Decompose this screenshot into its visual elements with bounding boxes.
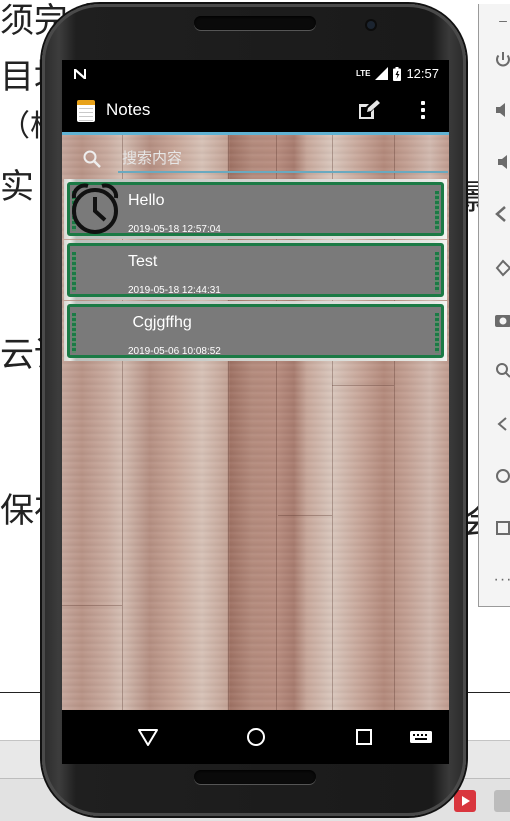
emulator-toolbar: – ··· (478, 4, 510, 607)
top-speaker (194, 16, 316, 30)
overview-icon[interactable] (491, 516, 510, 540)
rotate-right-icon[interactable] (491, 256, 510, 280)
player-icon[interactable] (454, 790, 476, 812)
note-date: 2019-05-18 12:57:04 (128, 224, 221, 235)
action-bar: Notes (62, 88, 449, 132)
home-circle-icon[interactable] (244, 725, 268, 749)
status-bar: LTE 12:57 (62, 60, 449, 88)
edit-note-icon[interactable] (358, 100, 380, 120)
search-icon (82, 149, 102, 169)
rotate-left-icon[interactable] (491, 202, 510, 226)
notification-icon (73, 68, 87, 83)
note-item[interactable]: Hello 2019-05-18 12:57:04 (64, 179, 447, 239)
volume-down-icon[interactable] (491, 150, 510, 174)
note-body: Cgjgffhg 2019-05-06 10:08:52 (67, 304, 444, 358)
alarm-clock-icon (68, 181, 124, 237)
recents-square-icon[interactable] (352, 725, 376, 749)
note-date: 2019-05-06 10:08:52 (128, 346, 221, 357)
note-title: Hello (128, 192, 165, 209)
notes-content: Hello 2019-05-18 12:57:04 Test 2019-05-1… (62, 132, 449, 710)
back-triangle-icon[interactable] (136, 725, 160, 749)
notepad-icon (77, 100, 95, 122)
wood-cut (332, 385, 394, 386)
power-icon[interactable] (491, 48, 510, 72)
signal-icon (375, 67, 389, 80)
bottom-speaker (194, 770, 316, 784)
search-input[interactable] (118, 145, 448, 173)
note-item[interactable]: Cgjgffhg 2019-05-06 10:08:52 (64, 301, 447, 361)
camera-icon[interactable] (491, 308, 510, 332)
zoom-icon[interactable] (491, 358, 510, 382)
wood-cut (62, 605, 122, 606)
note-body: Test 2019-05-18 12:44:31 (67, 243, 444, 297)
overflow-menu-icon[interactable] (416, 98, 430, 122)
note-title: Cgjgffhg (128, 314, 192, 331)
wood-cut (278, 515, 332, 516)
network-type: LTE (355, 69, 371, 78)
home-icon[interactable] (491, 464, 510, 488)
back-icon[interactable] (491, 412, 510, 436)
app-icon[interactable] (494, 790, 510, 812)
note-title: Test (128, 253, 158, 270)
status-icons: LTE 12:57 (356, 66, 439, 81)
app-title: Notes (106, 100, 151, 119)
note-item[interactable]: Test 2019-05-18 12:44:31 (64, 240, 447, 300)
note-body: Hello 2019-05-18 12:57:04 (67, 182, 444, 236)
keyboard-icon[interactable] (408, 725, 434, 749)
navigation-bar (62, 710, 449, 764)
volume-up-icon[interactable] (491, 98, 510, 122)
minimize-icon[interactable]: – (491, 8, 510, 32)
phone-screen: LTE 12:57 Notes 搜索内容 Hello 2019-05-18 12… (62, 60, 449, 764)
more-icon[interactable]: ··· (491, 568, 510, 592)
clock: 12:57 (406, 66, 439, 81)
search-bar (76, 143, 448, 177)
doc-line: 实 (0, 167, 34, 207)
note-date: 2019-05-18 12:44:31 (128, 285, 221, 296)
phone-frame: LTE 12:57 Notes 搜索内容 Hello 2019-05-18 12… (42, 4, 466, 816)
battery-icon (393, 66, 402, 81)
front-camera (367, 21, 375, 29)
